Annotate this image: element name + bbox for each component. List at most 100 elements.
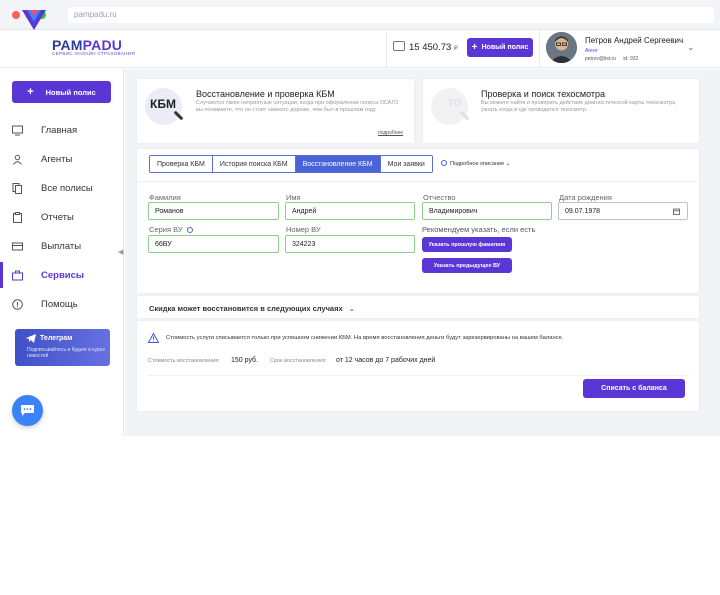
patronymic-label: Отчество [423, 193, 456, 202]
tab-my-requests[interactable]: Мои заявки [380, 156, 432, 172]
birth-date-field[interactable]: 09.07.1978 [558, 202, 688, 220]
tab-restore-kbm[interactable]: Восстановление КБМ [295, 156, 381, 172]
first-name-label: Имя [286, 193, 301, 202]
user-email: petrov@list.ru [585, 56, 616, 62]
prev-last-name-button[interactable]: Указать прошлую фамилию [422, 237, 512, 252]
service-description: Случаются такие неприятные ситуации, ког… [196, 100, 399, 113]
logo-subtitle: СЕРВИС ОНЛАЙН СТРАХОВАНИЯ [52, 51, 135, 56]
sidebar-item-label: Все полисы [41, 182, 93, 194]
inspection-icon: ТО [431, 88, 470, 125]
user-role: Агент [585, 48, 598, 54]
last-name-field[interactable]: Романов [148, 202, 279, 220]
sidebar-item-label: Выплаты [41, 240, 82, 252]
sidebar-item-label: Отчеты [41, 211, 74, 223]
sidebar-new-policy-label: Новый полис [45, 87, 96, 97]
browser-chrome: pampadu.ru [0, 0, 720, 30]
close-window-dot[interactable] [12, 11, 20, 19]
sidebar-item-policies[interactable]: Все полисы [0, 175, 124, 201]
chevron-down-icon[interactable]: ⌄ [687, 42, 695, 53]
charge-balance-button[interactable]: Списать с баланса [583, 379, 685, 398]
tab-kbm-history[interactable]: История поиска КБМ [212, 156, 296, 172]
payment-divider [148, 375, 689, 376]
telegram-subtitle: Подписывайтесь и будьте в курсе новостей [27, 347, 106, 359]
collapse-sidebar-icon[interactable]: ◀ [118, 248, 123, 256]
prev-license-button[interactable]: Указать предыдущее ВУ [422, 258, 512, 273]
sidebar-item-home[interactable]: Главная [0, 117, 124, 143]
form-divider [138, 181, 698, 182]
discount-title: Скидка может восстановится в следующих с… [149, 304, 343, 313]
term-label: Срок восстановления: [270, 358, 327, 364]
recommend-hint: Рекомендуем указать, если есть [422, 225, 536, 234]
plus-icon: + [471, 42, 478, 53]
patronymic-field[interactable]: Владимирович [422, 202, 552, 220]
chevron-down-icon: ⌄ [505, 161, 511, 167]
sidebar-new-policy-button[interactable]: + Новый полис [12, 81, 111, 103]
payment-notice: Стоимость услуги списывается только при … [166, 335, 564, 341]
license-number-field[interactable]: 324223 [285, 235, 415, 253]
user-id: id: 932 [623, 56, 639, 62]
user-icon [13, 154, 22, 165]
sidebar-item-label: Агенты [41, 153, 73, 165]
tab-check-kbm[interactable]: Проверка КБМ [150, 156, 213, 172]
chat-button[interactable] [12, 395, 43, 426]
license-number-label: Номер ВУ [286, 225, 321, 234]
sidebar-item-services[interactable]: Сервисы [0, 262, 124, 288]
service-title: Восстановление и проверка КБМ [196, 89, 335, 99]
card-icon [12, 242, 23, 250]
header-new-policy-button[interactable]: + Новый полис [467, 38, 533, 57]
calendar-icon[interactable] [673, 208, 680, 215]
sidebar-item-help[interactable]: Помощь [0, 291, 124, 317]
birth-date-value: 09.07.1978 [565, 208, 601, 215]
sidebar-item-label: Главная [41, 124, 78, 136]
info-icon [441, 160, 447, 166]
help-icon [12, 298, 23, 310]
wallet-icon [393, 41, 405, 51]
first-name-field[interactable]: Андрей [285, 202, 415, 220]
kbm-icon: КБМ [145, 88, 184, 125]
header-divider [386, 30, 387, 68]
warning-icon [148, 333, 159, 343]
avatar[interactable] [546, 32, 577, 63]
sidebar-item-agents[interactable]: Агенты [0, 146, 124, 172]
detail-description-label: Подробное описание [450, 161, 505, 167]
detail-description-link[interactable]: Подробное описание ⌄ [441, 160, 511, 167]
copy-icon [12, 182, 22, 194]
license-series-field[interactable]: 66ВУ [148, 235, 279, 253]
license-series-label-text: Серия ВУ [149, 225, 183, 234]
kbm-tabs: Проверка КБМ История поиска КБМ Восстано… [149, 155, 433, 173]
address-bar[interactable]: pampadu.ru [68, 7, 714, 23]
balance-value: 15 450.73 [409, 42, 452, 53]
monitor-icon [12, 125, 23, 135]
header-divider [539, 30, 540, 68]
last-name-label: Фамилия [149, 193, 181, 202]
discount-accordion-title: Скидка может восстановится в следующих с… [149, 304, 355, 313]
sidebar-item-label: Сервисы [41, 269, 85, 281]
chevron-down-icon: ⌄ [348, 304, 356, 313]
user-name[interactable]: Петров Андрей Сергеевич [585, 36, 683, 45]
cost-label: Стоимость восстановления: [148, 358, 220, 364]
header-new-policy-label: Новый полис [481, 44, 529, 51]
term-value: от 12 часов до 7 рабочих дней [336, 357, 436, 364]
sidebar-item-payouts[interactable]: Выплаты [0, 233, 124, 259]
sidebar-item-reports[interactable]: Отчеты [0, 204, 124, 230]
telegram-icon [26, 334, 36, 343]
birth-date-label: Дата рождения [559, 193, 612, 202]
telegram-title: Телеграм [40, 335, 73, 342]
balance-currency: ₽ [453, 46, 458, 52]
service-more-link[interactable]: подробнее [378, 130, 403, 136]
license-series-label: Серия ВУ [149, 225, 196, 234]
clipboard-icon [13, 211, 22, 223]
briefcase-icon [12, 270, 23, 280]
service-title: Проверка и поиск техосмотра [481, 89, 606, 99]
info-icon[interactable] [186, 227, 193, 233]
inspection-icon-text: ТО [448, 98, 462, 109]
plus-icon: + [27, 86, 34, 98]
user-contact: petrov@list.ru id: 932 [585, 56, 638, 62]
kbm-icon-text: КБМ [150, 97, 176, 111]
telegram-banner[interactable]: Телеграм Подписывайтесь и будьте в курсе… [15, 329, 110, 366]
service-description: Вы можете найти и проверить действие диа… [481, 100, 677, 113]
sidebar-item-label: Помощь [41, 298, 78, 310]
balance-display: 15 450.73 ₽ [409, 42, 458, 53]
chat-icon [21, 405, 34, 416]
app-frame: pampadu.ru PAMPADU СЕРВИС ОНЛАЙН СТРАХОВ… [0, 0, 720, 595]
